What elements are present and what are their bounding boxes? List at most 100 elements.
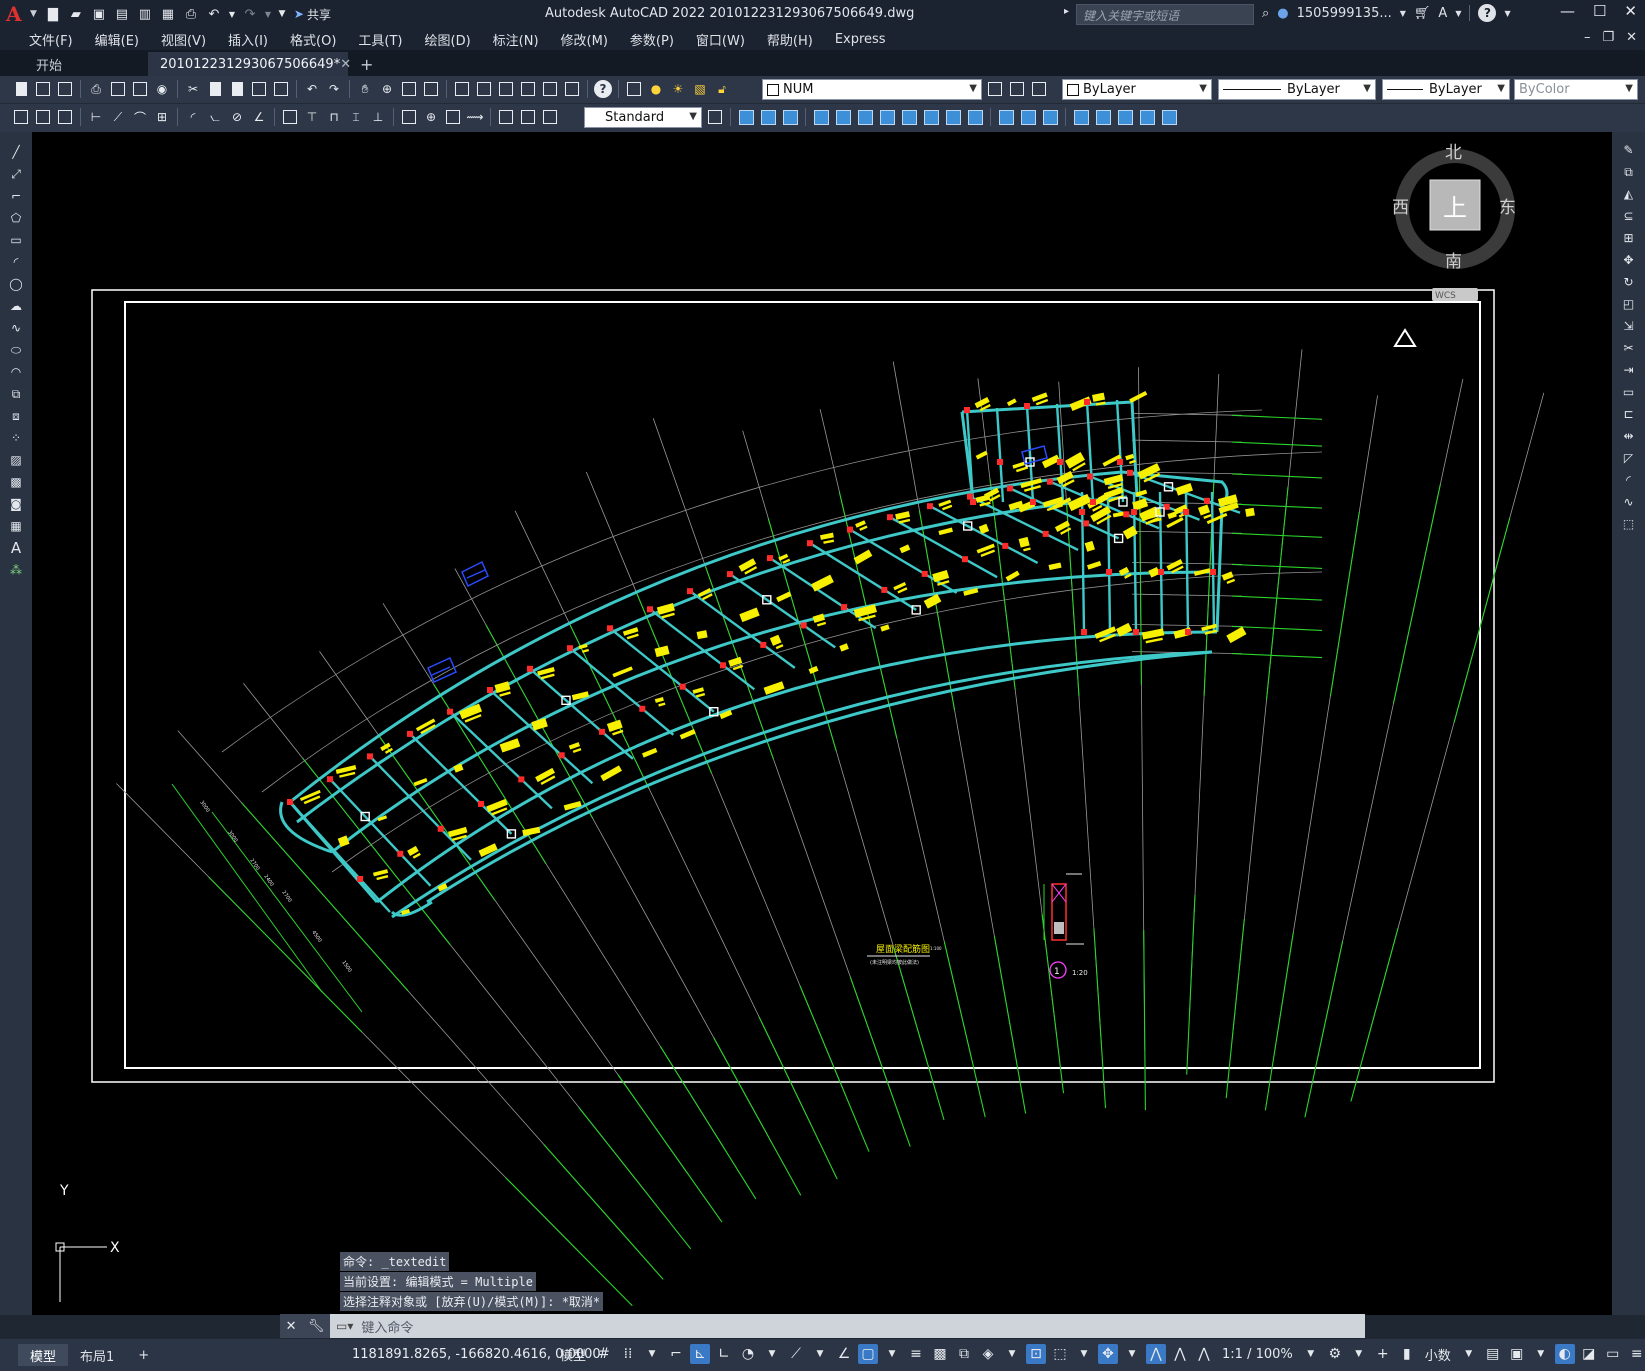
- dim-style-icon[interactable]: [706, 108, 724, 126]
- offset-icon[interactable]: ⊆: [1618, 206, 1640, 226]
- compass-north[interactable]: 北: [1445, 143, 1462, 163]
- open-from-web-icon[interactable]: ▥: [135, 5, 155, 23]
- pan-icon[interactable]: ✋︎: [356, 80, 374, 98]
- quick-dim-icon[interactable]: [281, 108, 299, 126]
- space-dim-icon[interactable]: ⌶: [347, 108, 365, 126]
- infer-constraints-icon[interactable]: ⌐: [666, 1344, 686, 1364]
- selection-filter-chevron-icon[interactable]: ▼: [1074, 1344, 1094, 1364]
- break-icon[interactable]: ⊏: [1618, 404, 1640, 424]
- lineweight-icon[interactable]: ≡: [906, 1344, 926, 1364]
- isodraft-icon[interactable]: ⟋: [786, 1344, 806, 1364]
- line-icon[interactable]: ╱: [5, 142, 27, 162]
- polyline-icon[interactable]: ⌐: [5, 186, 27, 206]
- annotation-scale-value[interactable]: 1:1 / 100%: [1218, 1347, 1297, 1362]
- angular-dim-icon[interactable]: ∠: [250, 108, 268, 126]
- circle-icon[interactable]: ◯: [5, 274, 27, 294]
- clean-screen-icon[interactable]: ▭: [1603, 1344, 1623, 1364]
- snap-chevron-icon[interactable]: ▼: [642, 1344, 662, 1364]
- save-icon[interactable]: ▣: [89, 5, 109, 23]
- polar-icon[interactable]: ◔: [738, 1344, 758, 1364]
- zoom-window-icon[interactable]: [400, 80, 418, 98]
- save-to-web-icon[interactable]: ▦: [158, 5, 178, 23]
- toolbar-help-icon[interactable]: ?: [594, 80, 612, 98]
- model-space-toggle[interactable]: 模型: [556, 1345, 590, 1364]
- menu-insert[interactable]: 插入(I): [217, 30, 279, 49]
- subtract-icon[interactable]: [759, 108, 777, 126]
- properties-icon[interactable]: [453, 80, 471, 98]
- compass-south[interactable]: 南: [1445, 252, 1462, 272]
- make-block-icon[interactable]: ⧈: [5, 406, 27, 426]
- layer-freeze-icon[interactable]: ☀: [669, 80, 687, 98]
- isodraft-chevron-icon[interactable]: ▼: [810, 1344, 830, 1364]
- gizmo-chevron-icon[interactable]: ▼: [1122, 1344, 1142, 1364]
- user-avatar-icon[interactable]: ●: [1277, 6, 1288, 21]
- transparency-icon[interactable]: ▩: [930, 1344, 950, 1364]
- menu-window[interactable]: 窗口(W): [685, 30, 756, 49]
- diameter-dim-icon[interactable]: ⊘: [228, 108, 246, 126]
- zoom-realtime-icon[interactable]: ⊕: [378, 80, 396, 98]
- new-tab-button[interactable]: +: [348, 52, 378, 76]
- toolbar-redo-icon[interactable]: ↷: [325, 80, 343, 98]
- menu-view[interactable]: 视图(V): [150, 30, 217, 49]
- doc-minimize-icon[interactable]: –: [1584, 30, 1591, 45]
- intersect-icon[interactable]: [781, 108, 799, 126]
- array-icon[interactable]: ⊞: [1618, 228, 1640, 248]
- app-logo-icon[interactable]: A: [6, 3, 28, 25]
- gizmo-icon[interactable]: ✥: [1098, 1344, 1119, 1364]
- insert-block-icon[interactable]: ⧉: [5, 384, 27, 404]
- design-center-icon[interactable]: [475, 80, 493, 98]
- tab-start[interactable]: 开始: [0, 52, 148, 76]
- command-customize-icon[interactable]: 🔧︎: [308, 1319, 325, 1334]
- polygon-icon[interactable]: ⬠: [5, 208, 27, 228]
- compass-west[interactable]: 西: [1392, 198, 1409, 218]
- drawing-canvas[interactable]: 3000 3000 2700 2400 2700 4500 1500 屋面梁配筋…: [32, 132, 1612, 1315]
- lock-ui-icon[interactable]: ▣: [1507, 1344, 1527, 1364]
- break-at-point-icon[interactable]: ▭: [1618, 382, 1640, 402]
- explode-icon[interactable]: ⬚: [1618, 514, 1640, 534]
- spline-icon[interactable]: ∿: [5, 318, 27, 338]
- scale-icon[interactable]: ◰: [1618, 294, 1640, 314]
- redo-icon[interactable]: ↷: [240, 5, 260, 23]
- command-input[interactable]: 键入命令: [353, 1317, 413, 1336]
- join-icon[interactable]: ⇹: [1618, 426, 1640, 446]
- arc-icon[interactable]: ◜: [5, 252, 27, 272]
- menu-tools[interactable]: 工具(T): [347, 30, 413, 49]
- union-icon[interactable]: [737, 108, 755, 126]
- tolerance-icon[interactable]: [400, 108, 418, 126]
- menu-parametric[interactable]: 参数(P): [619, 30, 685, 49]
- section-icon[interactable]: [1138, 108, 1156, 126]
- slice-icon[interactable]: [1116, 108, 1134, 126]
- linear-dim-icon[interactable]: ⊢: [87, 108, 105, 126]
- mirror-icon[interactable]: ◭: [1618, 184, 1640, 204]
- shell-icon[interactable]: [1072, 108, 1090, 126]
- new-file-icon[interactable]: ▇: [43, 5, 63, 23]
- rotate-icon[interactable]: ↻: [1618, 272, 1640, 292]
- undo-icon[interactable]: ↶: [204, 5, 224, 23]
- workspace-switch-icon[interactable]: ⚙: [1325, 1344, 1345, 1364]
- center-mark-icon[interactable]: ⊕: [422, 108, 440, 126]
- add-layout-button[interactable]: +: [126, 1344, 161, 1366]
- interfere-icon[interactable]: [1160, 108, 1178, 126]
- tool-palettes-icon[interactable]: [497, 80, 515, 98]
- object-snap-chevron-icon[interactable]: ▼: [882, 1344, 902, 1364]
- calculator-icon[interactable]: [563, 80, 581, 98]
- dynamic-input-icon[interactable]: ⊾: [690, 1344, 711, 1364]
- layer-states-icon[interactable]: [1030, 80, 1048, 98]
- search-icon[interactable]: ⌕: [1262, 6, 1269, 21]
- clean-icon[interactable]: [1019, 108, 1037, 126]
- snap-icon[interactable]: ⁞⁞: [618, 1344, 638, 1364]
- table-icon[interactable]: ▦: [5, 516, 27, 536]
- help-icon[interactable]: ?: [1478, 4, 1497, 22]
- plot-icon[interactable]: ⎙: [181, 5, 201, 23]
- layer-viewport-icon[interactable]: ▧: [691, 80, 709, 98]
- add-selected-icon[interactable]: ⁂: [5, 560, 27, 580]
- dynamic-ucs-icon[interactable]: ⊡: [1026, 1344, 1047, 1364]
- menu-file[interactable]: 文件(F): [18, 30, 84, 49]
- plot-tool-icon[interactable]: ⎙: [87, 80, 105, 98]
- aligned-dim-icon[interactable]: ⟋: [109, 108, 127, 126]
- break-dim-icon[interactable]: ⊥: [369, 108, 387, 126]
- multiline-text-icon[interactable]: A: [5, 538, 27, 558]
- menu-draw[interactable]: 绘图(D): [414, 30, 482, 49]
- hatch-icon[interactable]: ▨: [5, 450, 27, 470]
- help-chevron-icon[interactable]: ▼: [1504, 9, 1510, 18]
